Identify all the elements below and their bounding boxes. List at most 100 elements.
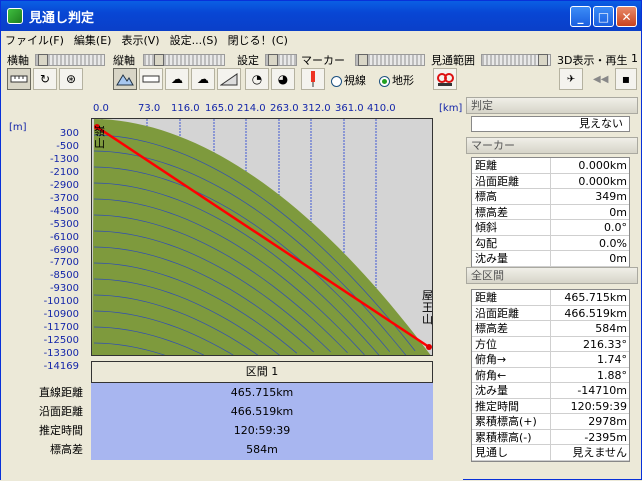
- radio-sight-indicator[interactable]: [331, 75, 342, 87]
- estimated-time-label: 推定時間: [39, 424, 83, 437]
- settings-label: 設定: [237, 54, 259, 67]
- end-name-label: 山: [422, 313, 433, 326]
- all-section-key: 方位: [472, 336, 551, 351]
- marker-key: 傾斜: [472, 220, 551, 235]
- all-section-row: 累積標高(-) -2395m: [472, 429, 629, 445]
- marker-row: 標高 349m: [472, 189, 629, 205]
- marker-value: 0.0%: [599, 236, 627, 250]
- all-section-key: 標高差: [472, 321, 551, 336]
- all-section-value: 465.715km: [564, 291, 627, 304]
- all-section-key: 累積標高(-): [472, 429, 551, 444]
- view-range-slider[interactable]: [481, 54, 551, 66]
- y-tick-label: -6100: [49, 231, 79, 243]
- cloud-alt-button[interactable]: ☁: [191, 68, 215, 90]
- x-unit-label: [km]: [439, 103, 463, 114]
- plot-area[interactable]: 嶺山屋王山: [91, 118, 433, 356]
- marker-right-button[interactable]: ◕: [271, 68, 295, 90]
- all-section-key: 沈み量: [472, 383, 551, 398]
- all-section-row: 標高差 584m: [472, 321, 629, 337]
- all-section-value: 120:59:39: [570, 399, 627, 413]
- radio-sight[interactable]: 視線: [331, 72, 366, 88]
- menu-file[interactable]: ファイル(F): [5, 32, 64, 48]
- maximize-button[interactable]: □: [593, 6, 614, 27]
- x-tick-label: 165.0: [205, 103, 234, 114]
- all-section-value: -2395m: [584, 430, 627, 444]
- y-tick-label: -4500: [49, 205, 79, 217]
- all-section-key: 距離: [472, 290, 551, 305]
- judgement-value: 見えない: [471, 116, 630, 132]
- marker-row: 勾配 0.0%: [472, 235, 629, 251]
- y-tick-label: -500: [56, 140, 79, 152]
- marker-value: 0.0°: [604, 221, 627, 234]
- x-tick-label: 410.0: [367, 103, 396, 114]
- marker-left-icon: ◔: [251, 72, 263, 86]
- slope-button[interactable]: [217, 68, 241, 90]
- all-section-row: 沿面距離 466.519km: [472, 305, 629, 321]
- play-button[interactable]: ▪: [615, 68, 637, 90]
- section-labels: 直線距離 沿面距離 推定時間 標高差: [1, 383, 83, 459]
- menu-view[interactable]: 表示(V): [121, 32, 159, 48]
- rotate-icon: ↻: [39, 72, 51, 86]
- settings-slider[interactable]: [265, 54, 297, 66]
- menu-close[interactable]: 閉じる！(C): [228, 32, 288, 48]
- view-range-button[interactable]: [433, 68, 457, 90]
- compass-icon: ⊛: [65, 72, 77, 86]
- y-tick-label: -10900: [43, 309, 79, 321]
- end-point: [426, 344, 432, 350]
- view-range-label: 見通範囲: [431, 54, 475, 67]
- all-section-row: 推定時間 120:59:39: [472, 398, 629, 414]
- app-icon: [7, 8, 23, 24]
- horizontal-scale-button[interactable]: [7, 68, 31, 90]
- y-tick-label: -11700: [43, 322, 79, 334]
- all-section-value: 見えません: [572, 446, 627, 459]
- surface-distance-label: 沿面距離: [39, 405, 83, 418]
- ruler-icon: [10, 75, 28, 83]
- minimize-button[interactable]: _: [570, 6, 591, 27]
- x-tick-label: 214.0: [237, 103, 266, 114]
- rotate-button[interactable]: ↻: [33, 68, 57, 90]
- marker-value: 0.000km: [578, 174, 627, 188]
- all-section-row: 俯角← 1.88°: [472, 367, 629, 383]
- vertical-slider[interactable]: [143, 54, 225, 66]
- y-tick-label: -2100: [49, 166, 79, 178]
- play-back-icon[interactable]: ◀◀: [593, 74, 608, 85]
- all-section-key: 沿面距離: [472, 305, 551, 320]
- radio-terrain-indicator[interactable]: [379, 75, 390, 87]
- menu-settings[interactable]: 設定...(S): [170, 32, 218, 48]
- info-panel: 判定 見えない マーカー 距離 0.000km 沿面距離 0.000km 標高 349m 標…: [464, 97, 640, 481]
- close-button[interactable]: ✕: [616, 6, 637, 27]
- marker-row: 距離 0.000km: [472, 158, 629, 174]
- marker-slider[interactable]: [355, 54, 425, 66]
- y-tick-label: -10100: [43, 296, 79, 308]
- window-title: 見通し判定: [29, 10, 95, 26]
- terrain-scale-button[interactable]: [113, 68, 137, 90]
- estimated-time-value: 120:59:39: [233, 424, 291, 437]
- marker-left-button[interactable]: ◔: [245, 68, 269, 90]
- y-tick-label: -7700: [49, 257, 79, 269]
- y-axis-ticks: 300 -500 -1300 -2100 -2900 -3700 -4500 -5300 -61…: [1, 98, 79, 372]
- title-bar[interactable]: 見通し判定 _ □ ✕: [1, 1, 641, 31]
- x-tick-label: 263.0: [270, 103, 299, 114]
- pin-icon: [311, 71, 315, 87]
- all-section-row: 見通し 見えません: [472, 445, 629, 461]
- vertical-axis-label: 縦軸: [113, 54, 135, 67]
- compass-button[interactable]: ⊛: [59, 68, 83, 90]
- marker-pin-button[interactable]: [301, 68, 325, 90]
- flat-scale-button[interactable]: [139, 68, 163, 90]
- y-tick-label: -1300: [49, 153, 79, 165]
- 3d-button[interactable]: ✈: [559, 68, 583, 90]
- radio-terrain[interactable]: 地形: [379, 72, 414, 88]
- elevation-diff-value: 584m: [246, 443, 278, 456]
- menu-edit[interactable]: 編集(E): [74, 32, 112, 48]
- all-section-value: 466.519km: [564, 306, 627, 320]
- all-section-value: 1.74°: [597, 353, 627, 366]
- horizontal-slider[interactable]: [35, 54, 105, 66]
- cloud-alt-icon: ☁: [197, 72, 209, 86]
- x-tick-label: 0.0: [93, 103, 109, 114]
- cloud-button[interactable]: ☁: [165, 68, 189, 90]
- marker-key: 標高: [472, 189, 551, 204]
- all-section-row: 沈み量 -14710m: [472, 383, 629, 399]
- marker-row: 傾斜 0.0°: [472, 220, 629, 236]
- display-3d-label: 3D表示・再生: [557, 54, 628, 67]
- straight-distance-value: 465.715km: [230, 386, 294, 399]
